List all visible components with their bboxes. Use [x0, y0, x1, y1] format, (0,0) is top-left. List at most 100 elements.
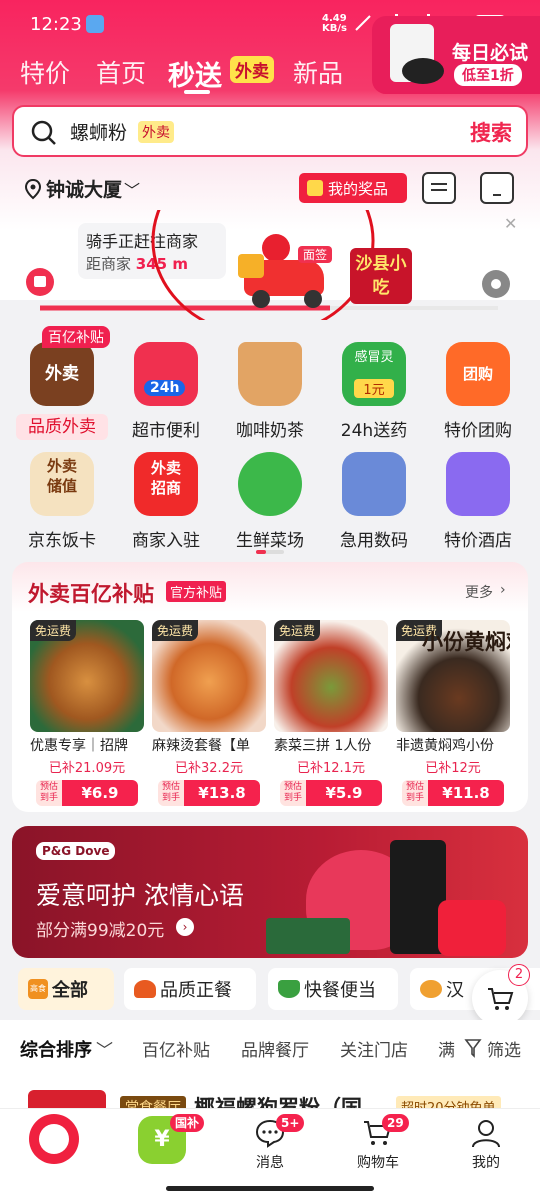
wheel-front	[252, 290, 270, 308]
nav-home[interactable]	[14, 1110, 94, 1164]
search-tag: 外卖	[138, 121, 174, 143]
tablet-icon[interactable]	[480, 172, 514, 204]
product-name: 素菜三拼 1人份	[274, 738, 372, 754]
nav-profile[interactable]: 我的	[446, 1110, 526, 1172]
location-selector[interactable]: 钟诚大厦 ﹀	[24, 175, 140, 202]
line-2	[431, 189, 447, 191]
category-label: 京东饭卡	[28, 531, 96, 551]
sort-followed[interactable]: 关注门店	[340, 1036, 408, 1061]
product-image: 免运费	[30, 620, 144, 732]
close-icon[interactable]: ✕	[504, 214, 517, 233]
sort-subsidy[interactable]: 百亿补贴	[142, 1036, 210, 1061]
daily-trial-promo[interactable]: 每日必试 低至1折	[372, 16, 540, 94]
filter-icon	[464, 1039, 482, 1058]
chevron-down-icon: ﹀	[96, 1041, 113, 1061]
search-input[interactable]: 螺蛳粉	[70, 118, 127, 145]
all-icon: 高食	[28, 979, 48, 999]
category-quality-takeout[interactable]: 外卖 品质外卖	[8, 342, 116, 440]
chip-all[interactable]: 高食 全部	[18, 968, 114, 1010]
category-pager	[256, 550, 284, 554]
tab-deals[interactable]: 特价	[20, 54, 70, 90]
app-notification-icon	[86, 15, 104, 33]
price-bar: 预估到手 ¥13.8	[158, 780, 260, 806]
sort-brand[interactable]: 品牌餐厅	[241, 1036, 309, 1061]
promo-subtitle: 低至1折	[454, 64, 522, 86]
price-bar: 预估到手 ¥6.9	[36, 780, 138, 806]
gift-icon	[307, 180, 323, 196]
hotel-icon	[446, 452, 510, 516]
product-card[interactable]: 免运费 素菜三拼 1人份 已补12.1元 预估到手 ¥5.9	[274, 620, 388, 806]
promo-banner[interactable]: P&G Dove 爱意呵护 浓情心语 部分满99减20元 ›	[12, 826, 528, 958]
bento-icon	[278, 980, 300, 998]
sort-comprehensive[interactable]: 综合排序	[20, 1036, 92, 1062]
network-speed: 4.49 KB/s	[322, 13, 347, 34]
product-card[interactable]: 免运费小份黄焖鸡 非遗黄焖鸡小份 已补12元 预估到手¥11.8	[396, 620, 510, 806]
category-group-buy[interactable]: 团购 特价团购	[424, 342, 532, 441]
product-price: ¥13.8	[184, 780, 260, 806]
category-label: 特价酒店	[444, 531, 512, 551]
price-tag: 1元	[354, 379, 394, 398]
category-coffee-tea[interactable]: 咖啡奶茶	[216, 342, 324, 441]
category-label: 生鲜菜场	[236, 531, 304, 551]
category-label: 24h送药	[340, 421, 408, 441]
cart-count-badge: 2	[508, 964, 530, 986]
rider-scooter-image	[236, 232, 332, 312]
tab-new[interactable]: 新品	[293, 54, 343, 90]
product-card[interactable]: 免运费 麻辣烫套餐【单 已补32.2元 预估到手 ¥13.8	[152, 620, 266, 806]
message-badge: 5+	[276, 1114, 305, 1132]
search-bar[interactable]: 螺蛳粉 外卖 搜索	[12, 105, 528, 157]
wheel-back	[304, 290, 322, 308]
nav-label: 我的	[472, 1155, 500, 1171]
product-subsidy: 已补12元	[425, 761, 481, 776]
category-merchant-join[interactable]: 外卖招商 商家入驻	[112, 452, 220, 551]
free-shipping-tag: 免运费	[274, 620, 321, 641]
line-1	[431, 183, 447, 185]
category-label: 品质外卖	[16, 414, 108, 440]
meal-icon	[134, 980, 156, 998]
arrow-right-icon: ›	[176, 918, 194, 936]
national-subsidy-badge: 国补	[170, 1114, 205, 1132]
estimate-label: 预估到手	[280, 780, 306, 806]
merchant-icon: 外卖招商	[134, 452, 198, 516]
product-subsidy: 已补32.2元	[175, 761, 243, 776]
product-price: ¥6.9	[62, 780, 138, 806]
product-image: 免运费小份黄焖鸡	[396, 620, 510, 732]
coffee-cup-icon	[238, 342, 302, 406]
product-card[interactable]: 免运费 优惠专享｜招牌 已补21.09元 预估到手 ¥6.9	[30, 620, 144, 806]
broccoli-icon	[238, 452, 302, 516]
banner-subtitle: 部分满99减20元	[36, 921, 165, 941]
search-icon	[31, 120, 56, 145]
my-prizes-button[interactable]: 我的奖品	[299, 173, 407, 203]
order-list-icon[interactable]	[422, 172, 456, 204]
product-name: 非遗黄焖鸡小份	[396, 738, 494, 754]
sort-more[interactable]: 满	[438, 1036, 455, 1061]
estimate-label: 预估到手	[402, 780, 428, 806]
subsidy-badge: 百亿补贴	[42, 326, 110, 348]
cart-icon	[488, 988, 514, 1010]
tab-instant-delivery[interactable]: 秒送	[168, 54, 222, 93]
chip-fast-food[interactable]: 快餐便当	[268, 968, 398, 1010]
cushion-image	[402, 58, 444, 84]
category-24h-medicine[interactable]: 感冒灵 1元 24h送药	[320, 342, 428, 441]
more-link[interactable]: 更多	[465, 582, 493, 602]
my-prizes-label: 我的奖品	[328, 179, 389, 198]
category-digital[interactable]: 急用数码	[320, 452, 428, 551]
search-button[interactable]: 搜索	[470, 117, 512, 147]
active-tab-indicator	[184, 90, 210, 94]
promo-title: 每日必试	[452, 42, 529, 64]
doublemint-image	[266, 918, 350, 954]
category-label: 特价团购	[444, 421, 512, 441]
chip-quality-meal[interactable]: 品质正餐	[124, 968, 256, 1010]
profile-icon	[472, 1120, 500, 1148]
tab-home[interactable]: 首页	[96, 54, 146, 90]
category-meal-card[interactable]: 外卖储值 京东饭卡	[8, 452, 116, 551]
banner-title: 爱意呵护 浓情心语	[36, 881, 244, 910]
category-hotel[interactable]: 特价酒店	[424, 452, 532, 551]
category-supermarket[interactable]: 24h 超市便利	[112, 342, 220, 441]
filter-button[interactable]: 筛选	[487, 1036, 521, 1061]
category-fresh-produce[interactable]: 生鲜菜场	[216, 452, 324, 551]
medicine-name: 感冒灵	[354, 350, 394, 365]
chevron-down-icon: ﹀	[124, 180, 141, 200]
product-price: ¥5.9	[306, 780, 382, 806]
location-name: 钟诚大厦	[46, 179, 123, 201]
